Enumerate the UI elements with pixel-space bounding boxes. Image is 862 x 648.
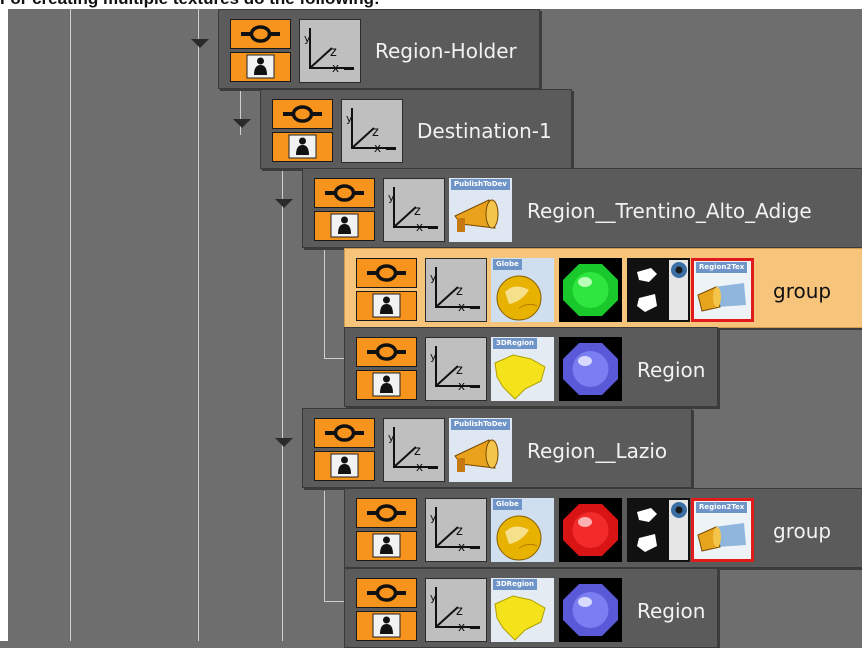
red-material-ball-icon[interactable]	[559, 498, 622, 562]
svg-text:x: x	[416, 460, 423, 474]
region2tex-icon[interactable]: Region2Tex	[691, 498, 754, 562]
expand-toggle[interactable]	[191, 39, 209, 48]
globe-icon[interactable]: Globe	[491, 498, 554, 562]
node-label: group	[773, 279, 832, 303]
green-material-ball-icon[interactable]	[559, 258, 622, 322]
node-label: Destination-1	[417, 119, 552, 143]
visibility-controls	[272, 99, 333, 162]
visibility-controls	[356, 258, 417, 321]
svg-text:y: y	[430, 271, 437, 284]
person-icon[interactable]	[356, 611, 417, 641]
svg-text:y: y	[430, 511, 437, 524]
visibility-controls	[356, 498, 417, 561]
globe-icon[interactable]: Globe	[491, 258, 554, 322]
svg-text:y: y	[430, 350, 437, 363]
tree-node-region-trentino[interactable]: y zx PublishToDev Region__Trentino_Alto_A…	[302, 168, 862, 248]
svg-text:z: z	[456, 284, 463, 299]
eye-icon[interactable]	[356, 578, 417, 608]
transformation-axis-icon[interactable]: y zx	[425, 498, 487, 562]
node-label: Region-Holder	[375, 39, 517, 63]
person-icon[interactable]	[314, 211, 375, 241]
region2tex-icon[interactable]: Region2Tex	[691, 258, 754, 322]
svg-text:z: z	[414, 444, 421, 459]
svg-text:x: x	[458, 300, 465, 314]
transformation-axis-icon[interactable]: y zx	[299, 19, 361, 83]
instruction-caption-strip: For creating multiple textures do the fo…	[0, 0, 862, 9]
tree-node-region-lazio[interactable]: y zx PublishToDev Region__Lazio	[302, 408, 692, 488]
transformation-axis-icon[interactable]: y zx	[341, 99, 403, 163]
person-icon[interactable]	[356, 531, 417, 561]
svg-text:y: y	[304, 32, 311, 45]
node-label: Region	[637, 358, 706, 382]
tree-node-region[interactable]: y zx 3DRegion Region	[344, 568, 718, 648]
svg-text:x: x	[374, 141, 381, 155]
blue-material-ball-icon[interactable]	[559, 337, 622, 401]
eye-icon[interactable]	[356, 498, 417, 528]
publish-to-dev-icon[interactable]: PublishToDev	[449, 418, 512, 482]
svg-text:x: x	[416, 220, 423, 234]
blue-material-ball-icon[interactable]	[559, 578, 622, 642]
svg-text:x: x	[458, 620, 465, 634]
node-label: Region__Lazio	[527, 439, 668, 463]
person-icon[interactable]	[272, 132, 333, 162]
region-3d-map-icon[interactable]: 3DRegion	[491, 578, 554, 642]
left-margin	[0, 9, 8, 641]
eye-icon[interactable]	[272, 99, 333, 129]
instruction-caption: For creating multiple textures do the fo…	[0, 0, 380, 9]
svg-text:x: x	[458, 540, 465, 554]
transformation-axis-icon[interactable]: y zx	[383, 418, 445, 482]
svg-text:z: z	[330, 45, 337, 60]
tree-node-region[interactable]: y zx 3DRegion Region	[344, 327, 718, 407]
svg-text:x: x	[332, 61, 339, 75]
person-icon[interactable]	[230, 52, 291, 82]
eye-icon[interactable]	[314, 418, 375, 448]
node-label: Region	[637, 599, 706, 623]
node-label: Region__Trentino_Alto_Adige	[527, 199, 812, 223]
svg-text:z: z	[456, 363, 463, 378]
svg-text:y: y	[388, 431, 395, 444]
person-icon[interactable]	[356, 370, 417, 400]
eye-icon[interactable]	[314, 178, 375, 208]
visibility-controls	[314, 418, 375, 481]
node-label: group	[773, 519, 832, 543]
expand-toggle[interactable]	[275, 438, 293, 447]
transformation-axis-icon[interactable]: y zx	[425, 258, 487, 322]
eye-icon[interactable]	[230, 19, 291, 49]
svg-text:z: z	[456, 524, 463, 539]
visibility-controls	[314, 178, 375, 241]
region-3d-map-icon[interactable]: 3DRegion	[491, 337, 554, 401]
tree-node-group-selected[interactable]: y zx Globe Region2Tex group	[344, 248, 862, 328]
svg-text:x: x	[458, 379, 465, 393]
expand-toggle[interactable]	[233, 119, 251, 128]
visibility-controls	[230, 19, 291, 82]
svg-text:y: y	[346, 112, 353, 125]
eye-icon[interactable]	[356, 337, 417, 367]
tree-node-region-holder[interactable]: y zx Region-Holder	[218, 9, 540, 89]
tree-node-group[interactable]: y zx Globe Region2Tex group	[344, 488, 862, 568]
svg-text:y: y	[388, 191, 395, 204]
visibility-controls	[356, 578, 417, 641]
publish-to-dev-icon[interactable]: PublishToDev	[449, 178, 512, 242]
svg-text:z: z	[372, 125, 379, 140]
visibility-controls	[356, 337, 417, 400]
person-icon[interactable]	[314, 451, 375, 481]
transformation-axis-icon[interactable]: y zx	[425, 337, 487, 401]
transformation-axis-icon[interactable]: y zx	[383, 178, 445, 242]
svg-text:z: z	[456, 604, 463, 619]
svg-text:y: y	[430, 591, 437, 604]
transformation-axis-icon[interactable]: y zx	[425, 578, 487, 642]
map-mask-icon[interactable]	[627, 258, 690, 322]
expand-toggle[interactable]	[275, 199, 293, 208]
tree-node-destination-1[interactable]: y zx Destination-1	[260, 89, 572, 169]
person-icon[interactable]	[356, 291, 417, 321]
svg-text:z: z	[414, 204, 421, 219]
map-mask-icon[interactable]	[627, 498, 690, 562]
eye-icon[interactable]	[356, 258, 417, 288]
